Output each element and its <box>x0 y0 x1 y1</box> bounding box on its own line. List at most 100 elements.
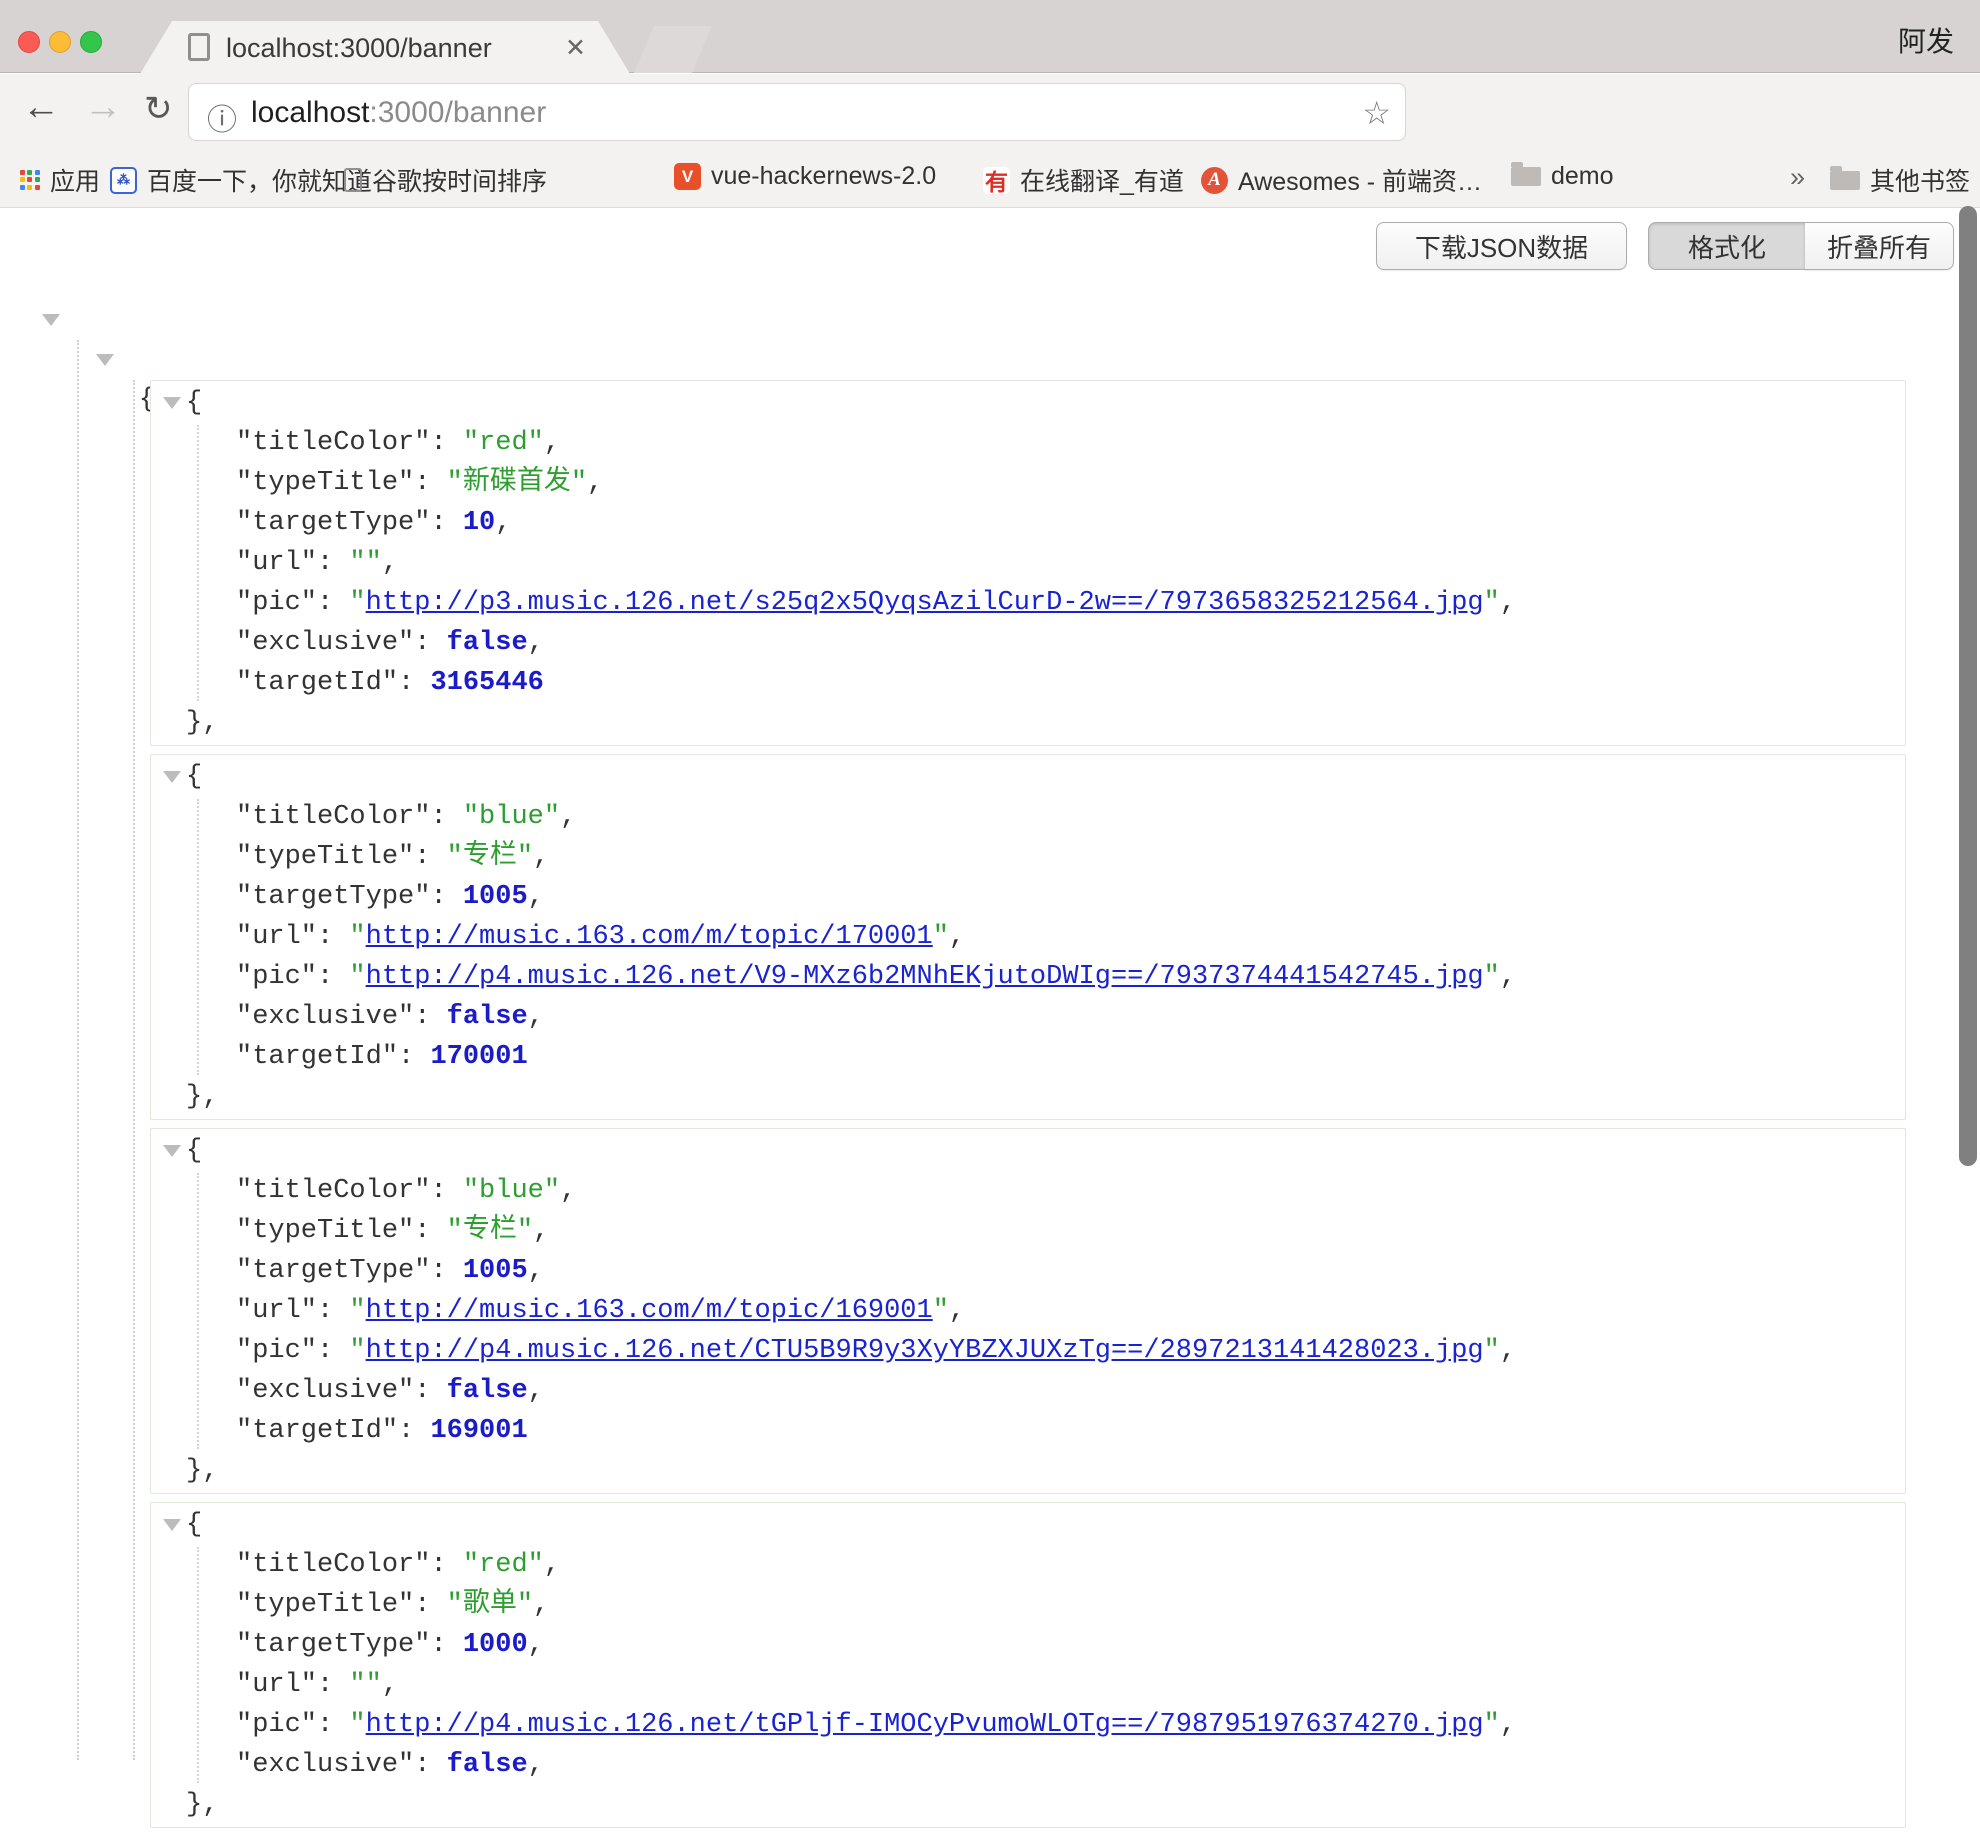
collapse-triangle-icon[interactable] <box>163 397 181 409</box>
json-quote: " <box>349 1296 365 1326</box>
json-brace: }, <box>186 1456 218 1486</box>
json-object-close-row: }, <box>151 1785 1905 1825</box>
collapse-triangle-icon[interactable] <box>42 314 60 326</box>
scrollbar-thumb[interactable] <box>1959 206 1977 1166</box>
json-key: "exclusive" <box>236 1376 414 1406</box>
bookmark-folder-demo[interactable]: demo <box>1511 162 1614 191</box>
collapse-triangle-icon[interactable] <box>163 1145 181 1157</box>
json-quote: " <box>1484 1710 1500 1740</box>
json-punct: : <box>414 1590 446 1620</box>
json-punct: : <box>317 588 349 618</box>
json-key: "titleColor" <box>236 428 430 458</box>
json-object-open-row: { <box>151 1505 1905 1545</box>
json-punct: : <box>317 1710 349 1740</box>
json-field-row: "url": "http://music.163.com/m/topic/169… <box>151 1291 1905 1331</box>
indent-guide <box>133 380 135 1760</box>
json-punct: , <box>528 628 544 658</box>
vue-icon: V <box>674 163 701 190</box>
collapse-triangle-icon[interactable] <box>163 1519 181 1531</box>
json-punct: , <box>533 1216 549 1246</box>
json-brace: { <box>186 388 202 418</box>
json-punct: : <box>430 1550 462 1580</box>
reload-icon[interactable]: ↻ <box>144 89 173 129</box>
bookmark-baidu[interactable]: ⁂ 百度一下，你就知道 <box>110 162 372 198</box>
json-key: "targetType" <box>236 508 430 538</box>
json-link[interactable]: http://music.163.com/m/topic/170001 <box>366 922 933 952</box>
address-bar[interactable]: ⓘ localhost:3000/banner ☆ <box>188 83 1406 141</box>
json-brace: { <box>186 1510 202 1540</box>
json-key: "url" <box>236 922 317 952</box>
json-key: "pic" <box>236 1710 317 1740</box>
bookmark-star-icon[interactable]: ☆ <box>1362 94 1391 132</box>
json-root-brace: { <box>65 380 155 420</box>
json-key: "targetType" <box>236 882 430 912</box>
json-string-value: "专栏" <box>447 842 533 872</box>
bookmark-apps[interactable]: 应用 <box>20 162 100 198</box>
json-punct: , <box>382 548 398 578</box>
collapse-triangle-icon[interactable] <box>163 771 181 783</box>
other-bookmarks-folder[interactable]: 其他书签 <box>1830 162 1970 198</box>
banner-object-box: {"titleColor": "blue","typeTitle": "专栏",… <box>150 754 1906 1120</box>
json-number-value: false <box>447 1750 528 1780</box>
tab-favicon-page-icon <box>188 33 210 61</box>
json-quote: " <box>933 1296 949 1326</box>
collapse-triangle-icon[interactable] <box>96 354 114 366</box>
json-number-value: false <box>447 1376 528 1406</box>
json-punct: : <box>414 468 446 498</box>
banner-object-box: {"titleColor": "red","typeTitle": "歌单","… <box>150 1502 1906 1828</box>
bookmark-label: Awesomes - 前端资… <box>1238 162 1482 198</box>
json-link[interactable]: http://p3.music.126.net/s25q2x5QyqsAzilC… <box>366 588 1484 618</box>
new-tab-button[interactable] <box>634 26 712 73</box>
json-key: "pic" <box>236 588 317 618</box>
json-link[interactable]: http://p4.music.126.net/CTU5B9R9y3XyYBZX… <box>366 1336 1484 1366</box>
json-field-row: "typeTitle": "专栏", <box>151 1211 1905 1251</box>
format-button[interactable]: 格式化 <box>1648 222 1806 270</box>
bookmark-label: 其他书签 <box>1870 162 1970 198</box>
window-minimize-button[interactable] <box>49 31 71 53</box>
window-close-button[interactable] <box>18 31 40 53</box>
json-key: "typeTitle" <box>236 1590 414 1620</box>
json-quote: " <box>349 922 365 952</box>
json-punct: : <box>414 842 446 872</box>
json-field-row: "exclusive": false, <box>151 1371 1905 1411</box>
json-field-row: "targetType": 1005, <box>151 877 1905 917</box>
json-key: "exclusive" <box>236 628 414 658</box>
json-punct: : <box>414 1376 446 1406</box>
json-link[interactable]: http://p4.music.126.net/V9-MXz6b2MNhEKju… <box>366 962 1484 992</box>
json-punct: , <box>949 1296 965 1326</box>
tab-close-icon[interactable]: ✕ <box>565 33 586 63</box>
back-icon[interactable]: ← <box>22 86 60 129</box>
json-punct: : <box>414 628 446 658</box>
json-object-close-row: }, <box>151 1077 1905 1117</box>
collapse-all-button[interactable]: 折叠所有 <box>1805 222 1954 270</box>
bookmark-awesomes[interactable]: A Awesomes - 前端资… <box>1201 162 1482 198</box>
url-path: :3000/banner <box>369 96 546 129</box>
json-key: "url" <box>236 1296 317 1326</box>
json-punct: , <box>560 802 576 832</box>
download-json-button[interactable]: 下载JSON数据 <box>1376 222 1627 270</box>
folder-icon <box>1511 167 1541 186</box>
json-punct: : <box>317 1670 349 1700</box>
json-object-close-row: }, <box>151 1451 1905 1491</box>
json-string-value: "" <box>349 548 381 578</box>
bookmark-youdao[interactable]: 有 在线翻译_有道 <box>983 162 1184 198</box>
json-punct: , <box>528 882 544 912</box>
json-punct: : <box>398 1416 430 1446</box>
json-key: "url" <box>236 1670 317 1700</box>
profile-name[interactable]: 阿发 <box>1898 20 1954 60</box>
bookmark-vue-hackernews[interactable]: V vue-hackernews-2.0 <box>674 162 936 191</box>
json-number-value: 1005 <box>463 1256 528 1286</box>
url-text[interactable]: localhost:3000/banner <box>251 96 546 130</box>
json-field-row: "targetType": 1000, <box>151 1625 1905 1665</box>
banner-object-box: {"titleColor": "blue","typeTitle": "专栏",… <box>150 1128 1906 1494</box>
bookmarks-bar: 应用 ⁂ 百度一下，你就知道 谷歌按时间排序 V vue-hackernews-… <box>0 150 1980 208</box>
window-zoom-button[interactable] <box>80 31 102 53</box>
json-link[interactable]: http://music.163.com/m/topic/169001 <box>366 1296 933 1326</box>
json-key: "titleColor" <box>236 802 430 832</box>
bookmarks-overflow-chevron[interactable]: » <box>1790 162 1805 193</box>
json-punct: , <box>1500 588 1516 618</box>
browser-tab[interactable]: localhost:3000/banner ✕ <box>140 21 630 74</box>
json-link[interactable]: http://p4.music.126.net/tGPljf-IMOCyPvum… <box>366 1710 1484 1740</box>
site-info-icon[interactable]: ⓘ <box>207 95 237 139</box>
bookmark-google-sort[interactable]: 谷歌按时间排序 <box>344 162 547 198</box>
